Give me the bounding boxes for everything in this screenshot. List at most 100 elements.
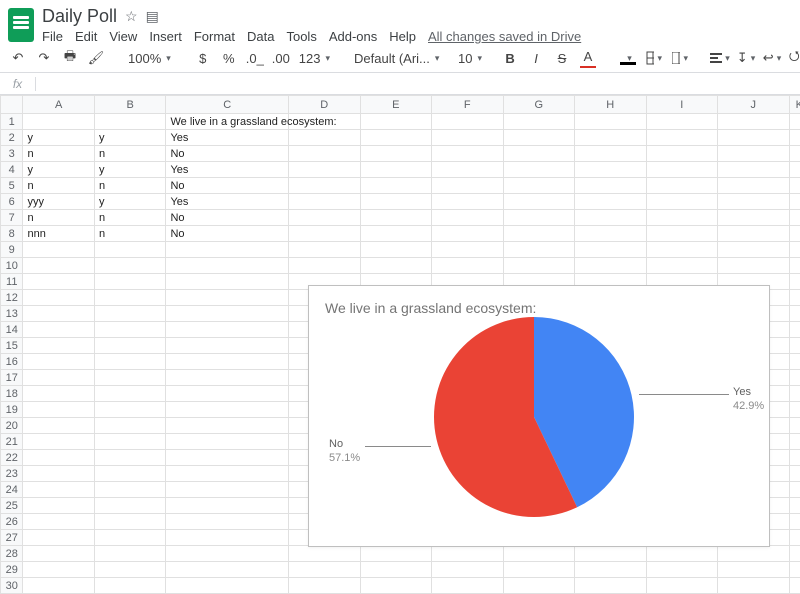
select-all-corner[interactable] [1,96,23,114]
cell[interactable] [503,178,575,194]
cell[interactable] [23,274,95,290]
cell[interactable] [94,370,166,386]
cell[interactable] [646,258,718,274]
cell[interactable] [360,178,432,194]
merge-cells-button[interactable] [672,48,688,68]
cell[interactable] [94,482,166,498]
col-header[interactable]: B [94,96,166,114]
row-header[interactable]: 16 [1,354,23,370]
row-header[interactable]: 27 [1,530,23,546]
cell[interactable] [166,530,289,546]
menu-tools[interactable]: Tools [286,29,316,44]
cell[interactable] [789,322,800,338]
cell[interactable] [789,306,800,322]
cell[interactable] [94,306,166,322]
font-family-dropdown[interactable]: Default (Ari... [354,51,434,66]
cell[interactable] [789,162,800,178]
font-size-dropdown[interactable]: 10 [458,51,478,66]
cell[interactable] [789,274,800,290]
text-wrap-button[interactable]: ↩ [764,48,780,68]
cell[interactable] [94,258,166,274]
cell[interactable]: y [94,194,166,210]
cell[interactable] [23,258,95,274]
cell[interactable] [432,578,504,594]
row-header[interactable]: 23 [1,466,23,482]
col-header[interactable]: C [166,96,289,114]
cell[interactable]: Yes [166,194,289,210]
grid-row[interactable]: 2yyYes [1,130,800,146]
cell[interactable] [23,498,95,514]
paint-format-icon[interactable]: 🖌 [88,48,104,68]
cell[interactable] [166,466,289,482]
cell[interactable] [789,210,800,226]
col-header[interactable]: K [789,96,800,114]
cell[interactable] [94,338,166,354]
cell[interactable]: n [23,146,95,162]
cell[interactable] [718,562,790,578]
cell[interactable] [432,210,504,226]
bold-button[interactable]: B [502,48,518,68]
cell[interactable] [23,450,95,466]
cell[interactable] [23,386,95,402]
cell[interactable] [575,226,647,242]
cell[interactable] [718,114,790,130]
row-header[interactable]: 2 [1,130,23,146]
col-header[interactable]: I [646,96,718,114]
cell[interactable] [166,418,289,434]
grid-row[interactable]: 10 [1,258,800,274]
cell[interactable] [23,306,95,322]
cell[interactable] [166,338,289,354]
grid-row[interactable]: 4yyYes [1,162,800,178]
cell[interactable]: n [94,146,166,162]
cell[interactable] [166,322,289,338]
menu-insert[interactable]: Insert [149,29,182,44]
cell[interactable] [575,258,647,274]
col-header[interactable]: D [289,96,361,114]
move-to-folder-icon[interactable]: ▤ [146,8,159,25]
cell[interactable]: No [166,146,289,162]
row-header[interactable]: 14 [1,322,23,338]
cell[interactable] [360,546,432,562]
cell[interactable] [94,290,166,306]
cell[interactable] [23,242,95,258]
increase-decimals-button[interactable]: .00 [273,48,289,68]
cell[interactable]: No [166,210,289,226]
cell[interactable] [503,226,575,242]
cell[interactable] [166,306,289,322]
cell[interactable] [789,466,800,482]
cell[interactable] [289,194,361,210]
cell[interactable] [646,130,718,146]
row-header[interactable]: 19 [1,402,23,418]
cell[interactable] [789,546,800,562]
cell[interactable] [166,274,289,290]
column-header-row[interactable]: A B C D E F G H I J K [1,96,800,114]
cell[interactable] [789,498,800,514]
cell[interactable] [432,226,504,242]
cell[interactable] [646,562,718,578]
cell[interactable] [789,242,800,258]
row-header[interactable]: 29 [1,562,23,578]
cell[interactable] [432,162,504,178]
cell[interactable] [289,562,361,578]
cell[interactable] [789,370,800,386]
cell[interactable] [789,290,800,306]
cell[interactable] [166,386,289,402]
cell[interactable] [789,578,800,594]
cell[interactable] [575,178,647,194]
document-title[interactable]: Daily Poll [42,6,117,27]
cell[interactable] [94,434,166,450]
menu-help[interactable]: Help [389,29,416,44]
menu-addons[interactable]: Add-ons [329,29,377,44]
cell[interactable]: n [23,178,95,194]
format-percent-button[interactable]: % [221,48,237,68]
grid-row[interactable]: 1We live in a grassland ecosystem: [1,114,800,130]
cell[interactable] [166,434,289,450]
cell[interactable] [23,290,95,306]
cell[interactable]: n [94,226,166,242]
row-header[interactable]: 25 [1,498,23,514]
cell[interactable] [718,130,790,146]
cell[interactable] [718,242,790,258]
cell[interactable] [503,130,575,146]
cell[interactable] [94,514,166,530]
cell[interactable] [166,258,289,274]
